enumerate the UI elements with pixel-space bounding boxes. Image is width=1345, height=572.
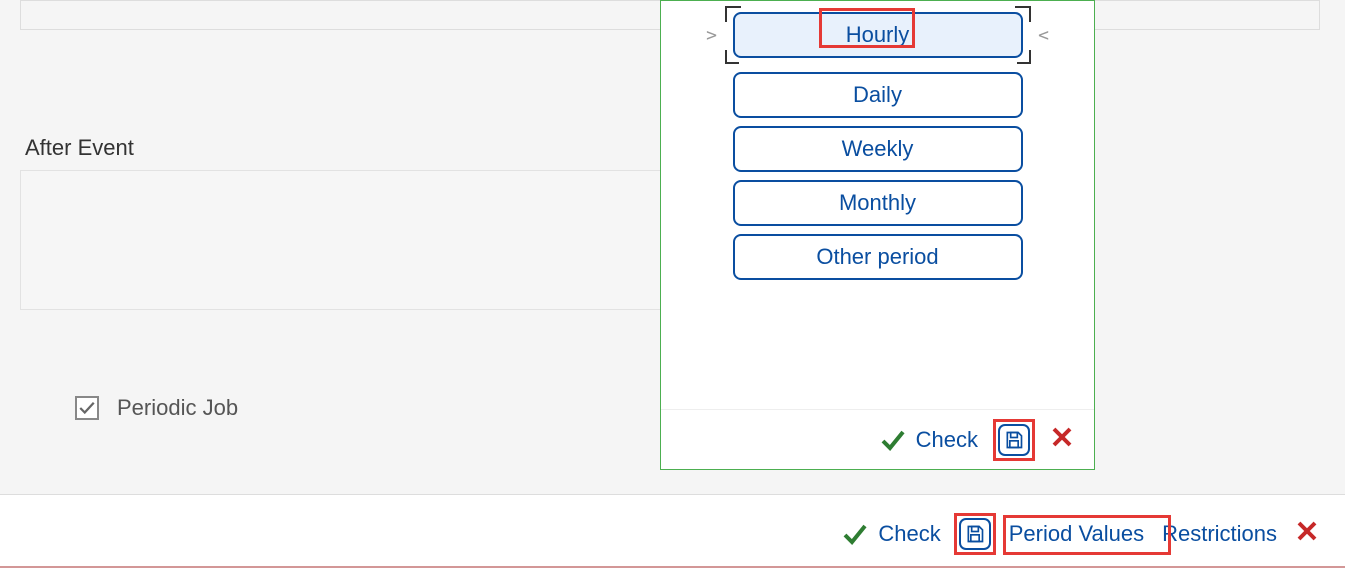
check-label: Check [916, 427, 978, 453]
period-option-label: Weekly [842, 136, 914, 162]
save-button[interactable] [998, 424, 1030, 456]
save-icon [1004, 430, 1024, 450]
period-option-label: Hourly [846, 22, 910, 48]
close-button[interactable] [1050, 425, 1074, 455]
selection-frame: Hourly [725, 6, 1031, 64]
periodic-job-checkbox[interactable] [75, 396, 99, 420]
period-options: > Hourly < Daily Weekly Monthly Other pe… [661, 6, 1094, 280]
period-popup: > Hourly < Daily Weekly Monthly Other pe… [660, 0, 1095, 470]
period-option-hourly[interactable]: Hourly [733, 12, 1023, 58]
period-option-label: Monthly [839, 190, 916, 216]
check-button[interactable]: Check [842, 521, 940, 547]
periodic-job-row: Periodic Job [75, 395, 238, 421]
check-icon[interactable]: Check [880, 427, 978, 453]
period-option-label: Daily [853, 82, 902, 108]
selection-caret-left: > [705, 25, 719, 46]
main-save-wrapper [959, 518, 991, 550]
period-option-label: Other period [816, 244, 938, 270]
period-option-row-hourly: > Hourly < [661, 6, 1094, 64]
save-button[interactable] [959, 518, 991, 550]
period-values-button[interactable]: Period Values [1009, 521, 1144, 546]
period-option-weekly[interactable]: Weekly [733, 126, 1023, 172]
after-event-label: After Event [25, 135, 134, 161]
period-option-other[interactable]: Other period [733, 234, 1023, 280]
periodic-job-label: Periodic Job [117, 395, 238, 421]
period-option-daily[interactable]: Daily [733, 72, 1023, 118]
footer-underline [0, 566, 1345, 568]
save-icon [965, 524, 985, 544]
period-values-wrapper: Period Values [1009, 521, 1144, 547]
restrictions-button[interactable]: Restrictions [1162, 521, 1277, 547]
period-option-monthly[interactable]: Monthly [733, 180, 1023, 226]
popup-save-wrapper [998, 424, 1030, 456]
check-label: Check [878, 521, 940, 547]
main-footer: Check Period Values Restrictions [0, 494, 1345, 572]
close-button[interactable] [1295, 519, 1319, 549]
popup-footer: Check [661, 409, 1094, 469]
selection-caret-right: < [1037, 25, 1051, 46]
